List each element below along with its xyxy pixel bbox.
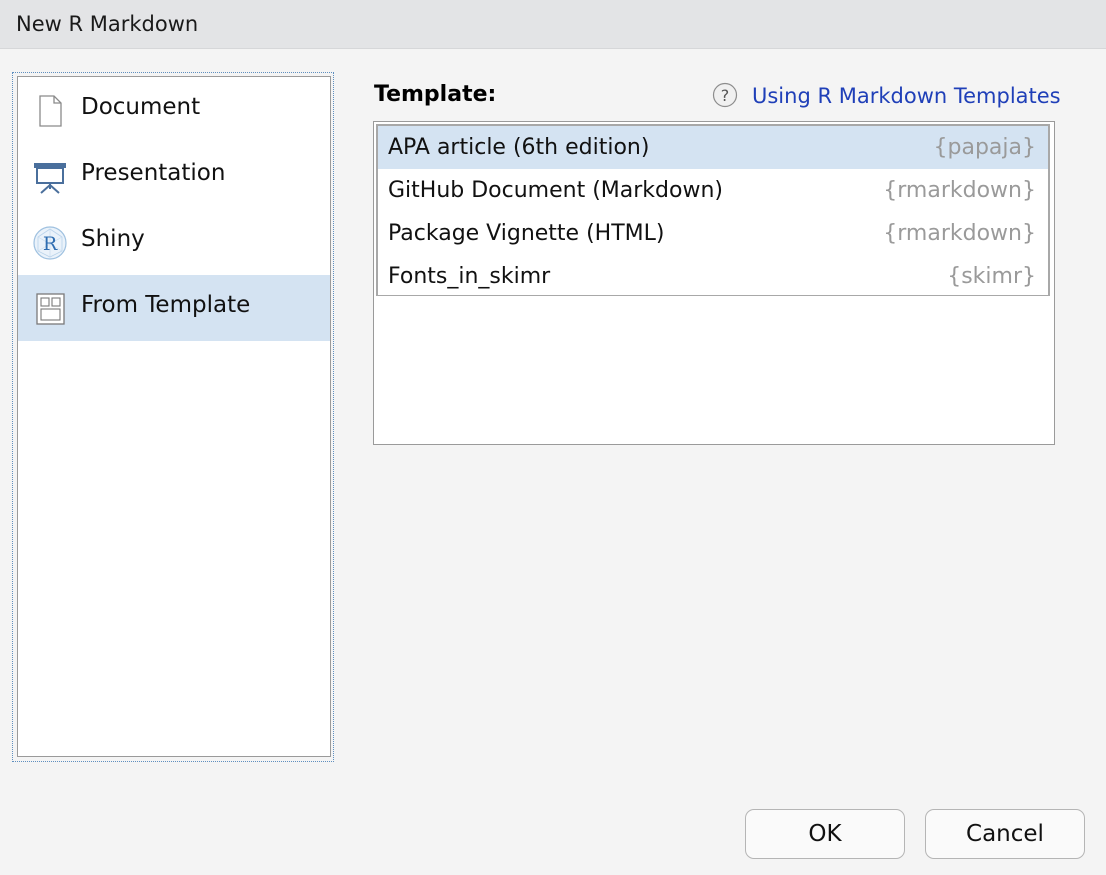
sidebar-item-label: Document (81, 94, 201, 120)
sidebar-item-label: From Template (81, 292, 251, 318)
template-package: {skimr} (947, 264, 1036, 289)
window-title: New R Markdown (16, 12, 199, 36)
template-package: {papaja} (933, 135, 1036, 160)
help-icon[interactable]: ? (712, 82, 738, 108)
template-label: Template: (374, 82, 497, 107)
template-row-package-vignette[interactable]: Package Vignette (HTML) {rmarkdown} (378, 212, 1048, 255)
sidebar-item-document[interactable]: Document (18, 77, 330, 143)
cancel-button[interactable]: Cancel (925, 809, 1085, 859)
template-name: APA article (6th edition) (388, 135, 650, 160)
sidebar-item-from-template[interactable]: From Template (18, 275, 330, 341)
template-list: APA article (6th edition) {papaja} GitHu… (376, 124, 1050, 296)
sidebar-item-label: Shiny (81, 226, 145, 252)
svg-text:?: ? (721, 86, 730, 105)
template-row-apa-article[interactable]: APA article (6th edition) {papaja} (378, 126, 1048, 169)
template-row-github-document[interactable]: GitHub Document (Markdown) {rmarkdown} (378, 169, 1048, 212)
template-list-box[interactable]: APA article (6th edition) {papaja} GitHu… (373, 121, 1055, 445)
title-bar: New R Markdown (0, 0, 1106, 49)
sidebar-item-label: Presentation (81, 160, 226, 186)
template-name: Fonts_in_skimr (388, 264, 551, 289)
template-package: {rmarkdown} (883, 221, 1036, 246)
sidebar-item-shiny[interactable]: R Shiny (18, 209, 330, 275)
sidebar-item-presentation[interactable]: Presentation (18, 143, 330, 209)
template-name: GitHub Document (Markdown) (388, 178, 723, 203)
templates-help-link[interactable]: Using R Markdown Templates (752, 84, 1061, 108)
svg-text:R: R (43, 233, 58, 255)
format-sidebar[interactable]: Document Presentation R Shiny From Templ… (17, 76, 331, 757)
ok-button[interactable]: OK (745, 809, 905, 859)
template-row-fonts-in-skimr[interactable]: Fonts_in_skimr {skimr} (378, 255, 1048, 298)
presentation-icon (34, 163, 66, 194)
template-icon (36, 293, 65, 325)
template-package: {rmarkdown} (883, 178, 1036, 203)
document-icon (39, 95, 62, 127)
template-name: Package Vignette (HTML) (388, 221, 665, 246)
shiny-r-icon: R (33, 226, 67, 260)
